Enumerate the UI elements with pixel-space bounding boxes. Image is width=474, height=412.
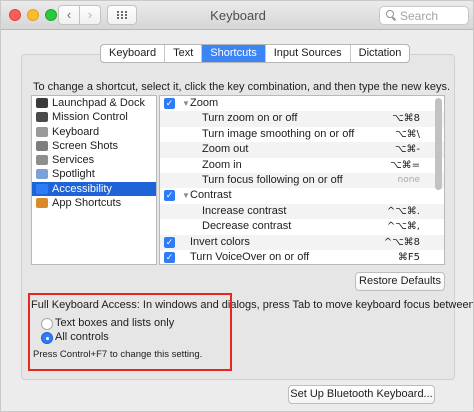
- tab-input-sources[interactable]: Input Sources: [266, 45, 351, 62]
- shortcut-row[interactable]: ✓ ▼ Contrast: [160, 188, 444, 203]
- radio-button[interactable]: [41, 318, 53, 330]
- category-label: Launchpad & Dock: [52, 97, 145, 109]
- category-item[interactable]: Mission Control: [32, 110, 156, 124]
- tab-keyboard[interactable]: Keyboard: [101, 45, 166, 62]
- shortcut-row[interactable]: Turn zoom on or off ⌥⌘8: [160, 111, 444, 127]
- shortcut-key[interactable]: none: [398, 173, 420, 188]
- shortcut-label: Turn VoiceOver on or off: [190, 250, 310, 263]
- shortcut-key[interactable]: ⌥⌘\: [395, 127, 420, 142]
- category-item[interactable]: Services: [32, 153, 156, 167]
- shortcut-label: Zoom: [190, 97, 219, 109]
- category-label: App Shortcuts: [52, 197, 122, 210]
- shortcut-label: Contrast: [190, 189, 232, 202]
- shortcut-key[interactable]: ^⌥⌘,: [387, 219, 420, 234]
- shortcut-key[interactable]: ^⌥⌘.: [387, 204, 420, 219]
- shortcut-label: Invert colors: [190, 235, 250, 248]
- shortcut-row[interactable]: ✓ Turn VoiceOver on or off ⌘F5: [160, 250, 444, 264]
- shortcut-row[interactable]: Decrease contrast ^⌥⌘,: [160, 219, 444, 234]
- search-placeholder: Search: [400, 9, 439, 23]
- titlebar: ‹ › Keyboard Search: [1, 1, 473, 30]
- shortcut-key[interactable]: ^⌥⌘8: [384, 235, 420, 250]
- tab-bar: Keyboard Text Shortcuts Input Sources Dictat…: [100, 44, 411, 63]
- category-label: Spotlight: [52, 168, 95, 181]
- shortcut-label: Turn zoom on or off: [202, 112, 298, 125]
- checkbox[interactable]: ✓: [164, 236, 175, 248]
- shortcut-row[interactable]: Turn image smoothing on or off ⌥⌘\: [160, 127, 444, 142]
- radio-button[interactable]: [41, 332, 53, 344]
- checkbox[interactable]: ✓: [164, 98, 175, 109]
- bluetooth-keyboard-button[interactable]: Set Up Bluetooth Keyboard...: [288, 385, 435, 404]
- checkbox[interactable]: ✓: [164, 251, 175, 263]
- shortcut-row[interactable]: Zoom out ⌥⌘-: [160, 142, 444, 158]
- gear-icon: [36, 155, 48, 166]
- shortcut-label: Turn focus following on or off: [202, 173, 343, 186]
- category-item[interactable]: Keyboard: [32, 125, 156, 139]
- tab-shortcuts[interactable]: Shortcuts: [202, 45, 266, 62]
- category-label: Mission Control: [52, 111, 128, 124]
- category-item[interactable]: App Shortcuts: [32, 196, 156, 210]
- scrollbar[interactable]: [435, 98, 442, 190]
- app-shortcuts-icon: [36, 198, 48, 209]
- category-label: Keyboard: [52, 125, 100, 138]
- control-f7-note: Press Control+F7 to change this setting.: [33, 349, 203, 360]
- shortcut-label: Increase contrast: [202, 204, 287, 217]
- launchpad-icon: [36, 98, 48, 108]
- category-item[interactable]: Screen Shots: [32, 139, 156, 153]
- shortcut-key[interactable]: ⌥⌘8: [392, 111, 420, 126]
- shortcut-row[interactable]: Turn focus following on or off none: [160, 172, 444, 189]
- radio-label: Text boxes and lists only: [55, 317, 175, 329]
- keyboard-preferences-window: ‹ › Keyboard Search Keyboard Text Shortcut…: [0, 0, 474, 412]
- screenshot-icon: [36, 140, 48, 151]
- search-input[interactable]: Search: [379, 6, 469, 25]
- category-item[interactable]: Accessibility: [32, 181, 156, 197]
- shortcut-row[interactable]: Increase contrast ^⌥⌘.: [160, 203, 444, 220]
- category-label: Services: [52, 154, 95, 167]
- tab-dictation[interactable]: Dictation: [351, 45, 410, 62]
- category-item[interactable]: Spotlight: [32, 167, 156, 181]
- shortcut-label: Zoom out: [202, 143, 249, 156]
- disclosure-triangle-icon[interactable]: ▼: [182, 96, 190, 111]
- full-keyboard-access-label: Full Keyboard Access: In windows and dia…: [31, 299, 474, 311]
- disclosure-triangle-icon[interactable]: ▼: [182, 188, 190, 203]
- shortcut-list[interactable]: ✓ ▼ Zoom Turn zoom on or off ⌥⌘8 Turn image s…: [159, 95, 445, 265]
- shortcut-row[interactable]: Zoom in ⌥⌘=: [160, 158, 444, 173]
- search-icon: [386, 10, 396, 22]
- mission-control-icon: [36, 112, 48, 123]
- category-list[interactable]: Launchpad & Dock Mission Control Keyboard S…: [31, 95, 157, 265]
- shortcut-key[interactable]: ⌥⌘=: [390, 158, 420, 173]
- category-item[interactable]: Launchpad & Dock: [32, 96, 156, 110]
- category-label: Accessibility: [52, 182, 112, 195]
- radio-label: All controls: [55, 331, 109, 343]
- tab-text[interactable]: Text: [165, 45, 203, 62]
- shortcut-row[interactable]: ✓ ▼ Zoom: [160, 96, 444, 111]
- accessibility-icon: [36, 183, 48, 194]
- shortcut-label: Decrease contrast: [202, 220, 292, 233]
- restore-defaults-button[interactable]: Restore Defaults: [355, 272, 445, 291]
- spotlight-icon: [36, 169, 48, 180]
- shortcut-label: Zoom in: [202, 158, 242, 171]
- shortcut-label: Turn image smoothing on or off: [202, 127, 355, 140]
- shortcut-key[interactable]: ⌥⌘-: [395, 142, 420, 157]
- instructions-text: To change a shortcut, select it, click t…: [33, 81, 451, 93]
- keyboard-icon: [36, 126, 48, 137]
- category-label: Screen Shots: [52, 139, 119, 152]
- shortcut-key[interactable]: ⌘F5: [398, 250, 420, 264]
- checkbox[interactable]: ✓: [164, 190, 175, 202]
- shortcut-row[interactable]: ✓ Invert colors ^⌥⌘8: [160, 234, 444, 250]
